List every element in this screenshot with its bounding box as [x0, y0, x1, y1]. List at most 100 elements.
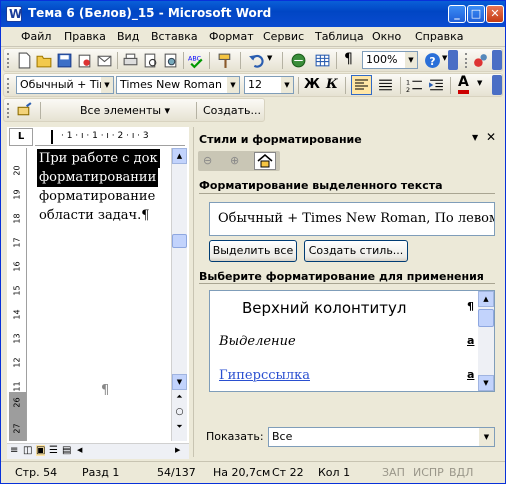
show-markup-dropdown[interactable]: Все элементы ▾ — [80, 104, 170, 117]
create-style-button[interactable]: Создать стиль... — [304, 240, 408, 262]
bold-button[interactable]: Ж — [304, 77, 320, 92]
menu-tools[interactable]: Сервис — [263, 30, 304, 43]
tools-icon[interactable] — [472, 52, 489, 69]
selected-text-line[interactable]: форматировании — [37, 168, 159, 187]
select-browse-object-icon[interactable]: ○ — [172, 407, 187, 421]
selected-text-line[interactable]: При работе с док — [37, 149, 160, 168]
scroll-up-icon[interactable]: ▲ — [478, 291, 494, 307]
home-button[interactable] — [254, 152, 276, 170]
prev-page-icon[interactable]: ⏶ — [172, 392, 187, 406]
undo-dropdown-icon[interactable]: ▼ — [267, 54, 272, 62]
style-dropdown-icon[interactable]: ▼ — [101, 77, 113, 93]
minimize-button[interactable]: _ — [448, 5, 466, 23]
menu-insert[interactable]: Вставка — [151, 30, 198, 43]
outline-view-icon[interactable]: ☰ — [49, 445, 58, 456]
menu-help[interactable]: Справка — [415, 30, 463, 43]
current-format-box[interactable]: Обычный + Times New Roman, По левом — [209, 202, 495, 236]
horizontal-ruler[interactable]: · 1 · ı · 1 · ı · 2 · ı · 3 — [35, 128, 185, 146]
size-dropdown-icon[interactable]: ▼ — [281, 77, 293, 93]
scroll-down-icon[interactable]: ▼ — [478, 375, 494, 391]
save-icon[interactable] — [56, 52, 73, 69]
status-track[interactable]: ИСПР — [413, 466, 444, 479]
font-combo[interactable]: Times New Roman ▼ — [116, 76, 240, 94]
scroll-down-icon[interactable]: ▼ — [172, 374, 187, 390]
task-pane-close-icon[interactable]: ✕ — [486, 130, 496, 144]
back-icon[interactable]: ⊖ — [203, 154, 212, 167]
permission-icon[interactable] — [76, 52, 93, 69]
title-bar[interactable]: Тема 6 (Белов)_15 - Microsoft Word _ □ ✕ — [1, 1, 505, 27]
menu-file[interactable]: Файл — [21, 30, 51, 43]
forward-icon[interactable]: ⊕ — [230, 154, 239, 167]
scroll-thumb[interactable] — [478, 309, 494, 327]
print-icon[interactable] — [122, 52, 139, 69]
print-preview-icon[interactable] — [142, 52, 159, 69]
scroll-thumb[interactable] — [172, 234, 187, 248]
horizontal-scrollbar[interactable]: ≡ ◫ ▣ ☰ ▤ ◀ ▶ — [7, 443, 189, 459]
research-icon[interactable] — [162, 52, 179, 69]
create-button[interactable]: Создать... — [203, 104, 261, 117]
task-pane-title[interactable]: Стили и форматирование — [199, 133, 362, 146]
maximize-button[interactable]: □ — [467, 5, 485, 23]
vertical-scrollbar[interactable]: ▲ ▼ ⏶ ○ ⏷ — [171, 148, 187, 441]
styles-list[interactable]: Верхний колонтитул ¶ Выделение a Гиперсс… — [209, 290, 495, 392]
open-icon[interactable] — [36, 52, 53, 69]
next-page-icon[interactable]: ⏷ — [172, 422, 187, 436]
zoom-combo[interactable]: 100% ▼ — [362, 51, 418, 69]
document-page[interactable]: При работе с док форматировании форматир… — [37, 149, 171, 439]
text-line[interactable]: области задач.¶ — [37, 206, 152, 225]
show-hide-formatting-icon[interactable]: ¶ — [344, 51, 353, 67]
status-record[interactable]: ЗАП — [382, 466, 405, 479]
track-changes-icon[interactable] — [16, 102, 33, 119]
toolbar-options-button-2[interactable] — [492, 50, 502, 70]
menu-window[interactable]: Окно — [372, 30, 401, 43]
styles-list-scrollbar[interactable]: ▲ ▼ — [478, 291, 494, 391]
format-painter-icon[interactable] — [217, 52, 234, 69]
scroll-up-icon[interactable]: ▲ — [172, 148, 187, 164]
spelling-icon[interactable]: ABC — [188, 52, 205, 69]
indent-marker-icon[interactable] — [51, 130, 55, 144]
toolbar-options-button[interactable] — [492, 75, 502, 95]
show-combo[interactable]: Все ▼ — [268, 427, 495, 447]
list-item[interactable]: Верхний колонтитул ¶ — [210, 291, 478, 325]
style-combo[interactable]: Обычный + Time ▼ — [16, 76, 114, 94]
hyperlink-icon[interactable] — [290, 52, 307, 69]
help-icon[interactable]: ? — [424, 52, 441, 69]
tab-selector-button[interactable]: L — [9, 128, 33, 146]
scroll-right-icon[interactable]: ▶ — [175, 446, 180, 454]
size-combo[interactable]: 12 ▼ — [244, 76, 294, 94]
increase-indent-icon[interactable] — [428, 77, 445, 94]
menu-format[interactable]: Формат — [209, 30, 254, 43]
help-dropdown-icon[interactable]: ▼ — [442, 54, 447, 62]
table-icon[interactable] — [314, 52, 331, 69]
menu-view[interactable]: Вид — [117, 30, 139, 43]
toolbar-grip-2[interactable] — [465, 53, 469, 68]
normal-view-icon[interactable]: ≡ — [10, 445, 18, 456]
menu-edit[interactable]: Правка — [64, 30, 106, 43]
web-view-icon[interactable]: ◫ — [23, 445, 32, 456]
scroll-left-icon[interactable]: ◀ — [77, 446, 82, 454]
word-app-icon[interactable] — [6, 6, 22, 22]
font-dropdown-icon[interactable]: ▼ — [227, 77, 239, 93]
status-extend[interactable]: ВДЛ — [449, 466, 473, 479]
list-item[interactable]: Гиперссылка a — [210, 359, 478, 391]
menu-table[interactable]: Таблица — [315, 30, 364, 43]
select-all-button[interactable]: Выделить все — [209, 240, 297, 262]
reading-view-icon[interactable]: ▤ — [62, 445, 71, 456]
toolbar-grip[interactable] — [7, 53, 11, 68]
font-color-icon[interactable]: A — [458, 75, 469, 94]
show-dropdown-icon[interactable]: ▼ — [479, 428, 494, 446]
toolbar-grip[interactable] — [7, 103, 11, 118]
vertical-ruler[interactable]: 20 19 18 17 16 15 14 13 12 11 26 27 — [9, 148, 27, 441]
font-color-dropdown-icon[interactable]: ▼ — [477, 79, 482, 87]
justify-icon[interactable] — [377, 77, 394, 94]
numbering-icon[interactable]: 12 — [406, 77, 423, 94]
list-item[interactable]: Выделение a — [210, 325, 478, 359]
toolbar-grip[interactable] — [7, 78, 11, 93]
zoom-dropdown-icon[interactable]: ▼ — [405, 52, 417, 68]
new-document-icon[interactable] — [16, 52, 33, 69]
undo-icon[interactable] — [248, 52, 265, 69]
print-layout-view-icon[interactable]: ▣ — [36, 445, 46, 456]
close-button[interactable]: ✕ — [486, 5, 504, 23]
italic-button[interactable]: К — [326, 77, 338, 92]
align-left-button[interactable] — [351, 75, 372, 95]
